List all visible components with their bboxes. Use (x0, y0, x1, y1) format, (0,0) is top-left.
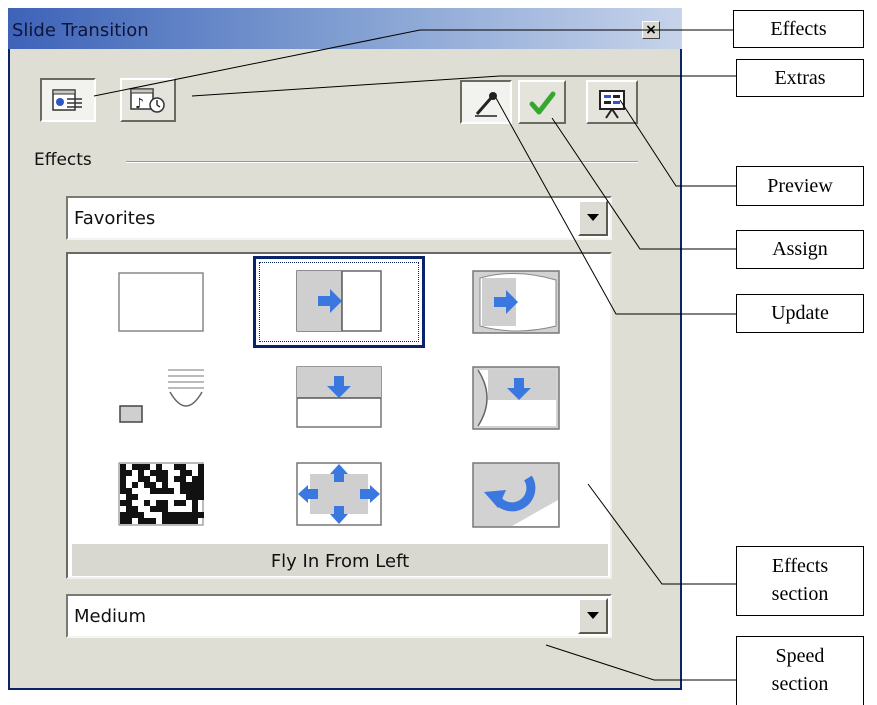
callout-preview: Preview (736, 166, 864, 206)
callout-speed-section-line1: Speed (775, 645, 825, 667)
callout-extras: Extras (736, 59, 864, 97)
callout-effects-section: Effects section (736, 546, 864, 616)
callout-speed-section: Speed section (736, 636, 864, 705)
callout-effects-section-line1: Effects (771, 555, 829, 577)
callout-assign: Assign (736, 230, 864, 269)
callout-speed-section-line2: section (771, 673, 829, 695)
callout-update: Update (736, 294, 864, 333)
callout-effects-section-line2: section (771, 583, 829, 605)
callout-effects: Effects (733, 10, 864, 48)
